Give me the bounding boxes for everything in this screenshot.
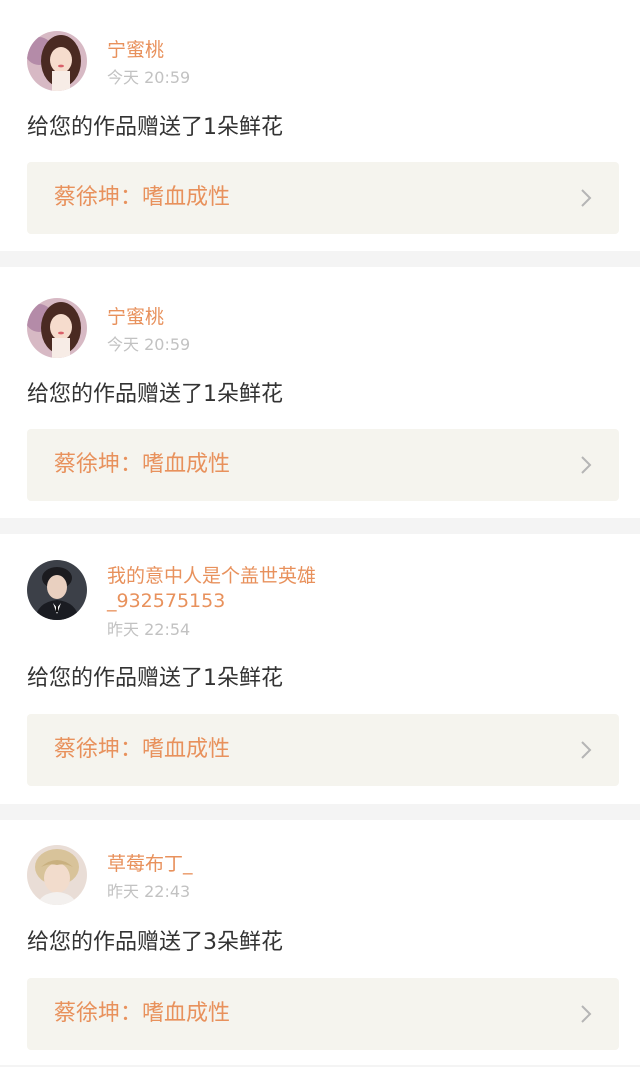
work-title: 蔡徐坤：嗜血成性: [54, 185, 231, 210]
timestamp: 今天 20:59: [107, 335, 191, 354]
work-title: 蔡徐坤：嗜血成性: [54, 1001, 231, 1026]
notification-card: 宁蜜桃 今天 20:59 给您的作品赠送了1朵鲜花 蔡徐坤：嗜血成性: [0, 267, 640, 518]
chevron-right-icon: [581, 456, 592, 474]
user-avatar[interactable]: [27, 845, 87, 905]
notification-card: 草莓布丁_ 昨天 22:43 给您的作品赠送了3朵鲜花 蔡徐坤：嗜血成性: [0, 820, 640, 1065]
notification-card: 宁蜜桃 今天 20:59 给您的作品赠送了1朵鲜花 蔡徐坤：嗜血成性: [0, 0, 640, 251]
user-name-line: 宁蜜桃: [107, 39, 165, 61]
notification-card: 我的意中人是个盖世英雄 _932575153 昨天 22:54 给您的作品赠送了…: [0, 534, 640, 804]
user-avatar[interactable]: [27, 560, 87, 620]
work-title: 蔡徐坤：嗜血成性: [54, 737, 231, 762]
user-avatar[interactable]: [27, 298, 87, 358]
gift-message: 给您的作品赠送了1朵鲜花: [27, 115, 283, 140]
work-link[interactable]: 蔡徐坤：嗜血成性: [27, 714, 619, 786]
user-name-line: 草莓布丁_: [107, 853, 193, 875]
user-name-line: 宁蜜桃: [107, 306, 165, 328]
chevron-right-icon: [581, 741, 592, 759]
chevron-right-icon: [581, 189, 592, 207]
timestamp: 昨天 22:43: [107, 882, 191, 901]
user-name[interactable]: 宁蜜桃: [107, 305, 164, 330]
gift-message: 给您的作品赠送了1朵鲜花: [27, 382, 283, 407]
work-link[interactable]: 蔡徐坤：嗜血成性: [27, 162, 619, 234]
timestamp: 昨天 22:54: [107, 620, 191, 639]
user-name[interactable]: 宁蜜桃: [107, 38, 164, 63]
timestamp: 今天 20:59: [107, 68, 191, 87]
chevron-right-icon: [581, 1005, 592, 1023]
work-title: 蔡徐坤：嗜血成性: [54, 452, 231, 477]
user-name[interactable]: 草莓布丁_: [107, 852, 193, 877]
gift-message: 给您的作品赠送了3朵鲜花: [27, 930, 283, 955]
user-name-line: 我的意中人是个盖世英雄: [107, 565, 317, 587]
user-name-line: _932575153: [107, 590, 226, 612]
user-name[interactable]: 我的意中人是个盖世英雄 _932575153: [107, 564, 316, 614]
gift-message: 给您的作品赠送了1朵鲜花: [27, 666, 283, 691]
work-link[interactable]: 蔡徐坤：嗜血成性: [27, 429, 619, 501]
work-link[interactable]: 蔡徐坤：嗜血成性: [27, 978, 619, 1050]
gift-notification-feed: 宁蜜桃 今天 20:59 给您的作品赠送了1朵鲜花 蔡徐坤：嗜血成性 宁蜜桃 今: [0, 0, 640, 1065]
user-avatar[interactable]: [27, 31, 87, 91]
